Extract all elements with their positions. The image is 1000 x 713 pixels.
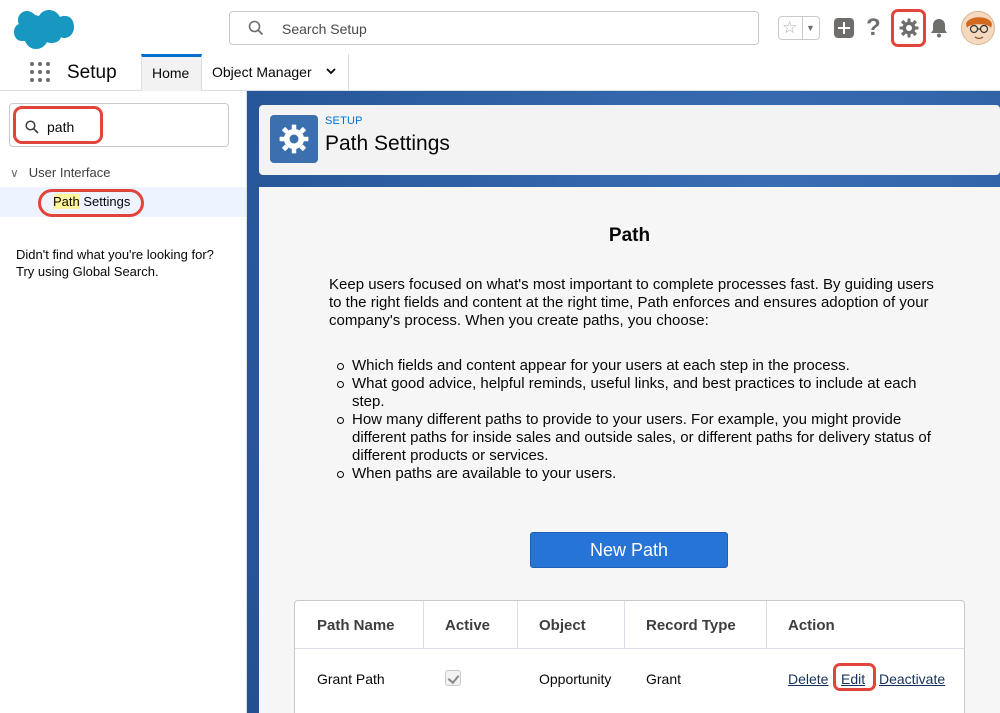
column-header-record-type[interactable]: Record Type (646, 617, 736, 634)
column-divider (517, 601, 518, 649)
app-launcher-icon[interactable] (29, 61, 51, 83)
active-checkbox (445, 670, 461, 686)
setup-sidebar: path ∨ User Interface Path Settings Didn'… (0, 91, 247, 713)
search-placeholder: Search Setup (282, 21, 367, 37)
column-header-object[interactable]: Object (539, 617, 586, 634)
tree-item-label-rest: Settings (79, 194, 131, 209)
cell-path-name: Grant Path (317, 671, 385, 687)
paths-table: Path Name Active Object Record Type Acti… (294, 600, 965, 713)
setup-gear-button[interactable] (891, 9, 926, 47)
favorites-button[interactable]: ☆ ▼ (778, 16, 820, 40)
tree-item-label: Path Settings (53, 194, 130, 209)
column-divider (766, 601, 767, 649)
user-avatar[interactable] (961, 11, 995, 45)
list-item: How many different paths to provide to y… (337, 411, 942, 465)
section-title: Path (608, 225, 651, 246)
page-title: Path Settings (325, 132, 450, 155)
quick-find-input[interactable]: path (9, 103, 229, 147)
tab-object-manager-label: Object Manager (212, 64, 312, 80)
search-match-highlight: Path (53, 194, 80, 209)
edit-link[interactable]: Edit (841, 671, 865, 687)
column-divider (423, 601, 424, 649)
global-search-input[interactable]: Search Setup (229, 11, 759, 45)
path-settings-panel: Path Keep users focused on what's most i… (259, 187, 1000, 713)
caret-down-icon[interactable]: ▼ (806, 23, 815, 33)
chevron-down-icon[interactable]: ∨ (10, 166, 19, 180)
context-nav-bar: Setup Home Object Manager (0, 54, 1000, 91)
tree-group-label: User Interface (28, 165, 111, 180)
cell-object: Opportunity (539, 671, 612, 687)
global-header: Search Setup ☆ ▼ ? (0, 0, 1000, 54)
favorites-divider (802, 17, 803, 39)
intro-paragraph: Keep users focused on what's most import… (329, 276, 934, 329)
search-icon (248, 20, 264, 36)
salesforce-logo[interactable] (14, 8, 74, 50)
cell-record-type: Grant (646, 671, 682, 687)
feature-list: Which fields and content appear for your… (337, 357, 942, 483)
table-header-row (295, 601, 964, 649)
help-icon[interactable]: ? (866, 14, 881, 42)
notifications-bell-icon[interactable] (928, 17, 950, 39)
tab-home[interactable]: Home (141, 54, 202, 91)
star-icon: ☆ (782, 18, 798, 37)
tab-home-label: Home (152, 65, 190, 81)
gear-icon (899, 18, 919, 38)
column-header-action: Action (788, 617, 835, 634)
page-gear-icon (270, 115, 318, 163)
sidebar-help-note: Didn't find what you're looking for? Try… (16, 246, 241, 280)
tree-item-path-settings[interactable]: Path Settings (0, 187, 246, 217)
column-header-active[interactable]: Active (445, 617, 490, 634)
search-icon (25, 120, 39, 134)
list-item: When paths are available to your users. (337, 465, 942, 483)
list-item: Which fields and content appear for your… (337, 357, 942, 375)
app-name: Setup (67, 62, 117, 83)
page-eyebrow: SETUP (325, 115, 363, 127)
user-avatar-image (962, 12, 994, 44)
sidebar-note-line2: Try using Global Search. (16, 264, 159, 279)
main-content-area: SETUP Path Settings Path Keep users focu… (247, 91, 1000, 713)
gear-icon (279, 124, 309, 154)
quick-find-value: path (47, 119, 75, 135)
column-divider (624, 601, 625, 649)
tree-group-user-interface[interactable]: ∨ User Interface (10, 165, 110, 180)
chevron-down-icon[interactable] (326, 66, 336, 76)
deactivate-link[interactable]: Deactivate (879, 671, 945, 687)
column-header-path-name[interactable]: Path Name (317, 617, 395, 634)
list-item: What good advice, helpful reminds, usefu… (337, 375, 942, 411)
sidebar-note-line1: Didn't find what you're looking for? (16, 247, 214, 262)
delete-link[interactable]: Delete (788, 671, 828, 687)
tab-object-manager[interactable]: Object Manager (202, 54, 349, 91)
new-path-button[interactable]: New Path (530, 532, 728, 568)
global-actions-plus-icon[interactable] (834, 18, 854, 38)
page-header: SETUP Path Settings (259, 105, 1000, 175)
